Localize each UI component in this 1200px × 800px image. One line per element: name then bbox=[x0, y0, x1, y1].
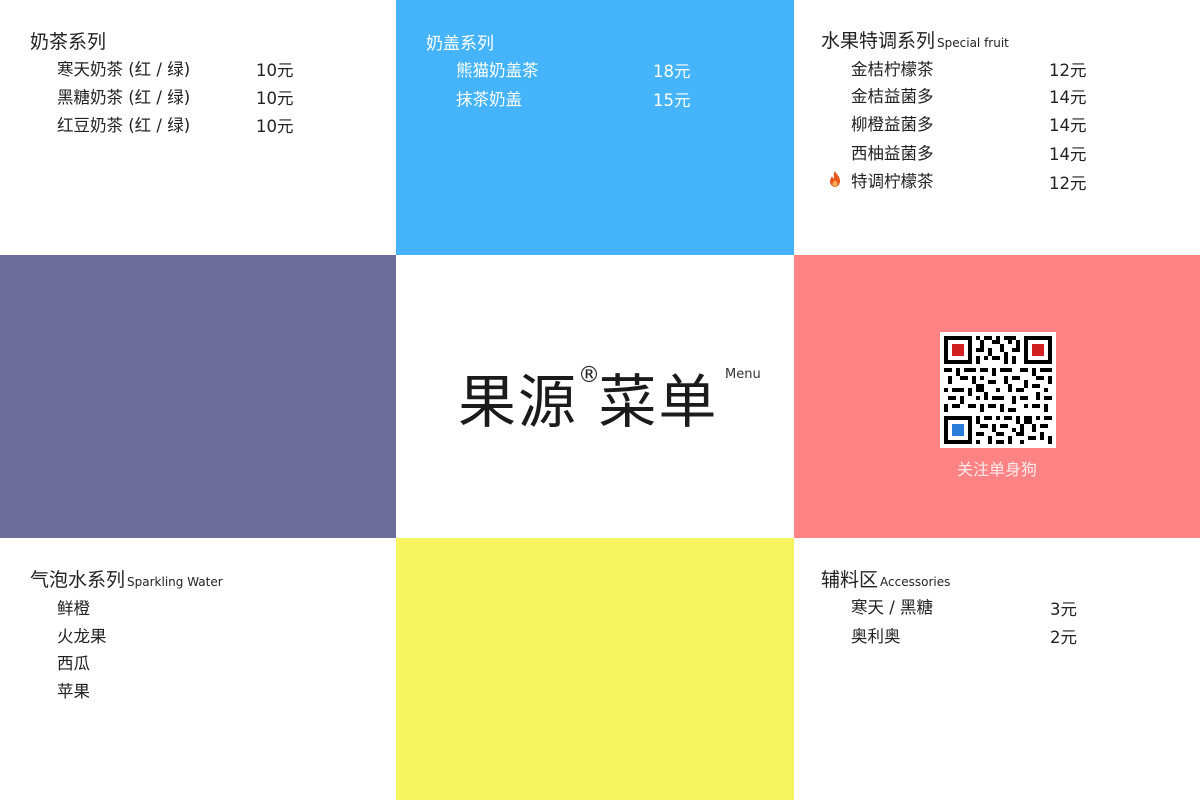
menu-item: 苹果 bbox=[57, 682, 90, 701]
menu-item: 寒天奶茶 (红 / 绿) bbox=[57, 60, 191, 79]
fruit-title-text: 水果特调系列 bbox=[821, 30, 936, 52]
accessories-section: 辅料区 Accessories 寒天 / 黑糖 3元 奥利奥 2元 bbox=[794, 538, 1200, 800]
menu-item: 红豆奶茶 (红 / 绿) bbox=[57, 116, 191, 135]
sparkling-subtitle: Sparkling Water bbox=[127, 575, 223, 589]
menu-item: 抹茶奶盖 bbox=[456, 90, 522, 109]
cream-section: 奶盖系列 熊猫奶盖茶 18元 抹茶奶盖 15元 bbox=[396, 0, 794, 255]
menu-item: 黑糖奶茶 (红 / 绿) bbox=[57, 88, 191, 107]
menu-item: 鲜橙 bbox=[57, 599, 90, 618]
menu-item: 柳橙益菌多 bbox=[851, 115, 934, 134]
menu-item-price: 2元 bbox=[1050, 628, 1077, 647]
fruit-section: 水果特调系列 Special fruit 金桔柠檬茶 12元 金桔益菌多 14元 … bbox=[794, 0, 1200, 255]
accessories-subtitle: Accessories bbox=[880, 575, 951, 589]
qr-code[interactable] bbox=[940, 332, 1056, 448]
yellow-block bbox=[396, 538, 794, 800]
milk-tea-title: 奶茶系列 bbox=[30, 31, 107, 53]
menu-item-price: 14元 bbox=[1049, 116, 1087, 135]
menu-item-price: 15元 bbox=[653, 91, 691, 110]
menu-item: 奥利奥 bbox=[851, 627, 901, 646]
fire-icon bbox=[830, 171, 840, 187]
menu-item-price: 10元 bbox=[256, 117, 294, 136]
menu-item-price: 3元 bbox=[1050, 600, 1077, 619]
registered-mark: ® bbox=[578, 363, 600, 388]
menu-item: 火龙果 bbox=[57, 627, 107, 646]
accessories-title-text: 辅料区 bbox=[821, 569, 879, 591]
accessories-title: 辅料区 Accessories bbox=[821, 565, 950, 592]
qr-caption: 关注单身狗 bbox=[956, 460, 1037, 479]
menu-item: 金桔柠檬茶 bbox=[851, 60, 934, 79]
menu-item-price: 18元 bbox=[653, 62, 691, 81]
menu-item-price: 10元 bbox=[256, 61, 294, 80]
logo-section: 果源 菜单 ® Menu bbox=[396, 255, 794, 538]
menu-item: 金桔益菌多 bbox=[851, 87, 934, 106]
menu-item-price: 14元 bbox=[1049, 145, 1087, 164]
sparkling-title-text: 气泡水系列 bbox=[30, 569, 126, 591]
logo-menu-text: Menu bbox=[725, 367, 761, 382]
menu-item: 寒天 / 黑糖 bbox=[851, 598, 934, 617]
fruit-subtitle: Special fruit bbox=[937, 36, 1009, 50]
purple-block bbox=[0, 255, 396, 538]
menu-item: 西柚益菌多 bbox=[851, 144, 934, 163]
menu-item-price: 12元 bbox=[1049, 61, 1087, 80]
sparkling-title: 气泡水系列 Sparkling Water bbox=[30, 565, 223, 592]
menu-logo: 果源 菜单 ® Menu bbox=[458, 355, 761, 436]
sparkling-section: 气泡水系列 Sparkling Water 鲜橙 火龙果 西瓜 苹果 bbox=[0, 538, 396, 800]
menu-item: 特调柠檬茶 bbox=[851, 172, 934, 191]
menu-item-price: 12元 bbox=[1049, 174, 1087, 193]
fruit-title: 水果特调系列 Special fruit bbox=[821, 26, 1009, 53]
menu-item: 西瓜 bbox=[57, 654, 90, 673]
qr-code-image bbox=[944, 336, 1052, 444]
menu-item-price: 14元 bbox=[1049, 88, 1087, 107]
cream-title: 奶盖系列 bbox=[426, 34, 494, 54]
qr-section: 关注单身狗 bbox=[794, 255, 1200, 538]
menu-item-price: 10元 bbox=[256, 89, 294, 108]
menu-item: 熊猫奶盖茶 bbox=[456, 61, 539, 80]
milk-tea-section: 奶茶系列 寒天奶茶 (红 / 绿) 10元 黑糖奶茶 (红 / 绿) 10元 红… bbox=[0, 0, 396, 255]
